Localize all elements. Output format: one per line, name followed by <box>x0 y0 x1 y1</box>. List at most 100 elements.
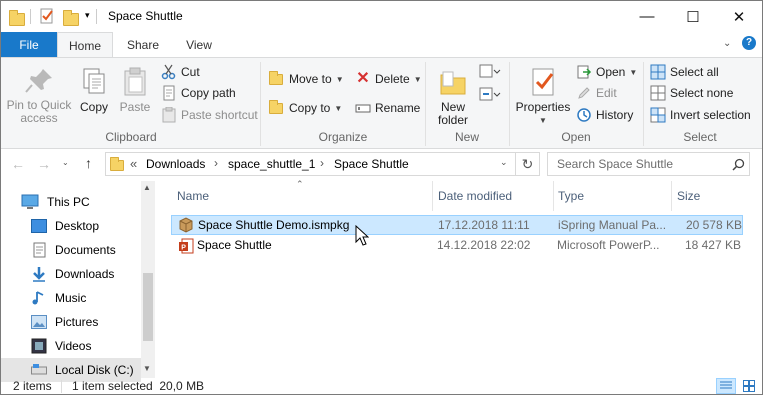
pin-quick-access-button[interactable]: Pin to Quick access <box>5 66 73 125</box>
minimize-button[interactable]: — <box>624 1 670 32</box>
tab-view[interactable]: View <box>171 32 227 57</box>
music-icon <box>32 291 44 305</box>
close-button[interactable]: ✕ <box>716 1 762 32</box>
select-group-label: Select <box>683 130 717 144</box>
select-none-label: Select none <box>670 86 734 100</box>
back-arrow-icon[interactable]: ← <box>11 156 25 172</box>
overflow-chevrons[interactable]: « <box>130 156 137 171</box>
file-date: 14.12.2018 22:02 <box>437 238 531 252</box>
mouse-cursor-icon <box>355 225 369 246</box>
new-folder-icon <box>440 71 466 95</box>
copy-button[interactable]: Copy <box>76 66 112 114</box>
file-row-selected[interactable]: Space Shuttle Demo.ismpkg 17.12.2018 11:… <box>171 215 743 235</box>
nav-label: Music <box>55 291 87 305</box>
tab-home[interactable]: Home <box>57 32 113 58</box>
window-title: Space Shuttle <box>108 9 183 23</box>
copy-path-icon <box>163 85 175 101</box>
nav-label: This PC <box>47 195 90 209</box>
address-bar[interactable]: « Downloads › space_shuttle_1 › Space Sh… <box>105 152 516 176</box>
nav-label: Documents <box>55 243 116 257</box>
scroll-thumb[interactable] <box>143 273 153 341</box>
copy-to-button[interactable]: Copy to ▼ <box>269 98 342 118</box>
breadcrumb-downloads[interactable]: Downloads <box>146 157 205 171</box>
paste-icon <box>124 67 146 96</box>
breadcrumb-space-shuttle[interactable]: Space Shuttle <box>334 157 409 171</box>
new-folder-label-2: folder <box>437 113 469 127</box>
item-count: 2 items <box>13 379 52 393</box>
help-icon[interactable]: ? <box>742 36 756 50</box>
file-size: 18 427 KB <box>684 238 741 252</box>
paste-button[interactable]: Paste <box>117 66 153 114</box>
new-item-icon[interactable] <box>478 63 502 84</box>
scroll-down-icon[interactable]: ▼ <box>143 364 151 373</box>
rename-icon <box>355 104 371 113</box>
column-header-type[interactable]: Type <box>558 181 584 211</box>
powerpoint-icon: P <box>179 238 194 254</box>
recent-locations-icon[interactable]: ⌄ <box>62 158 69 167</box>
maximize-button[interactable]: ☐ <box>670 1 716 32</box>
copy-label: Copy <box>79 100 108 114</box>
history-button[interactable]: History <box>576 105 633 125</box>
status-bar: 2 items 1 item selected 20,0 MB <box>1 378 762 394</box>
tab-share[interactable]: Share <box>115 32 171 57</box>
nav-label: Downloads <box>55 267 115 281</box>
open-label: Open <box>596 65 626 79</box>
forward-arrow-icon[interactable]: → <box>37 156 51 172</box>
properties-quick-icon[interactable] <box>39 8 55 24</box>
easy-access-icon[interactable] <box>478 86 502 107</box>
edit-button[interactable]: Edit <box>576 83 617 103</box>
chevron-right-icon[interactable]: › <box>320 156 324 170</box>
disk-icon <box>31 364 47 375</box>
file-type: iSpring Manual Pa... <box>558 218 665 232</box>
move-to-label: Move to <box>289 72 332 86</box>
move-to-button[interactable]: Move to ▼ <box>269 69 344 89</box>
customize-quick-access-icon[interactable]: ▾ <box>85 10 90 21</box>
column-header-name[interactable]: Name <box>177 181 209 211</box>
open-icon <box>577 65 592 79</box>
cut-button[interactable]: Cut <box>161 62 200 82</box>
file-row[interactable]: P Space Shuttle 14.12.2018 22:02 Microso… <box>171 236 743 256</box>
new-folder-quick-icon[interactable] <box>63 10 79 27</box>
details-view-icon[interactable] <box>716 378 736 394</box>
divider <box>509 62 510 146</box>
delete-button[interactable]: ✕ Delete ▼ <box>355 69 421 89</box>
tab-file[interactable]: File <box>1 32 57 57</box>
file-name: Space Shuttle Demo.ismpkg <box>198 218 350 232</box>
organize-group-label: Organize <box>318 130 368 144</box>
copy-path-button[interactable]: Copy path <box>161 83 236 103</box>
new-folder-button[interactable]: New folder <box>433 66 473 127</box>
up-arrow-icon[interactable]: ↑ <box>85 155 92 171</box>
new-group-label: New <box>454 130 479 144</box>
open-button[interactable]: Open ▼ <box>576 62 637 82</box>
address-dropdown-icon[interactable]: ⌄ <box>500 157 508 168</box>
column-divider[interactable] <box>553 181 554 211</box>
paste-shortcut-label: Paste shortcut <box>181 108 258 122</box>
large-icons-view-icon[interactable] <box>739 378 759 394</box>
expand-ribbon-icon[interactable]: ⌄ <box>723 38 731 49</box>
properties-button[interactable]: Properties ▼ <box>514 66 572 127</box>
divider <box>30 9 31 24</box>
refresh-icon[interactable]: ↻ <box>516 152 540 176</box>
rename-button[interactable]: Rename <box>355 98 420 118</box>
nav-scrollbar[interactable]: ▲ ▼ <box>141 181 155 378</box>
scroll-up-icon[interactable]: ▲ <box>143 183 151 192</box>
chevron-down-icon: ▼ <box>334 103 343 113</box>
breadcrumb-space-shuttle-1[interactable]: space_shuttle_1 <box>228 157 315 171</box>
pin-icon <box>25 69 52 93</box>
search-input[interactable]: Search Space Shuttle <box>547 152 750 176</box>
select-all-button[interactable]: Select all <box>650 62 719 82</box>
column-divider[interactable] <box>671 181 672 211</box>
address-row: ← → ⌄ ↑ « Downloads › space_shuttle_1 › … <box>1 149 762 181</box>
clipboard-group-label: Clipboard <box>105 130 157 144</box>
paste-shortcut-button[interactable]: Paste shortcut <box>161 105 258 125</box>
title-bar: ▾ Space Shuttle — ☐ ✕ <box>1 1 762 32</box>
nav-this-pc[interactable]: This PC <box>21 190 161 214</box>
column-header-size[interactable]: Size <box>677 181 700 211</box>
chevron-right-icon[interactable]: › <box>214 156 218 170</box>
pc-icon <box>21 194 39 209</box>
videos-icon <box>31 338 47 354</box>
column-divider[interactable] <box>432 181 433 211</box>
invert-selection-button[interactable]: Invert selection <box>650 105 751 125</box>
column-header-date[interactable]: Date modified <box>438 181 512 211</box>
select-none-button[interactable]: Select none <box>650 83 733 103</box>
